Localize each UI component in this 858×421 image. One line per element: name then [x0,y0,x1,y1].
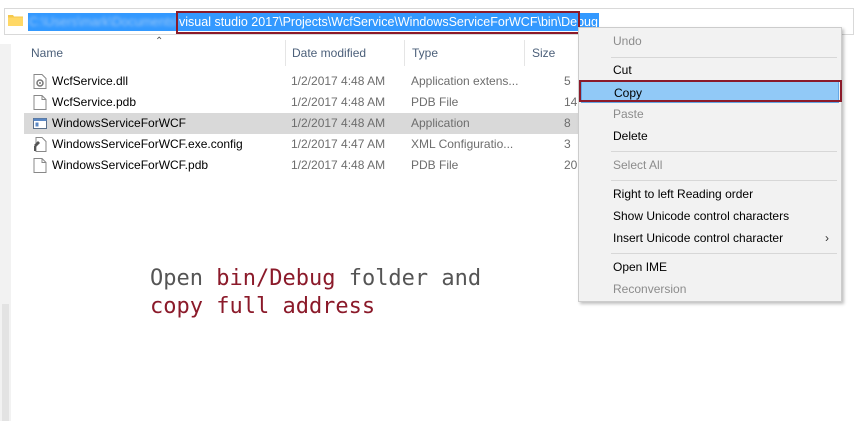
menu-item-show-unicode[interactable]: Show Unicode control characters [581,205,839,227]
file-size: 8 [564,116,571,130]
file-type: Application [411,116,470,130]
file-type: Application extens... [411,74,519,88]
file-name: WcfService.pdb [52,95,137,109]
chevron-right-icon: › [825,231,829,245]
file-row-selected[interactable]: WindowsServiceForWCF 1/2/2017 4:48 AM Ap… [24,113,584,134]
file-name: WindowsServiceForWCF.exe.config [52,137,243,151]
address-highlight-box [176,11,580,34]
file-row[interactable]: WcfService.dll 1/2/2017 4:48 AM Applicat… [24,71,584,92]
file-icon [33,95,47,110]
menu-item-insert-unicode[interactable]: Insert Unicode control character › [581,227,839,249]
column-date-modified[interactable]: Date modified [292,38,366,68]
menu-item-label: Insert Unicode control character [613,231,784,245]
config-file-icon [34,137,47,152]
file-size: 5 [564,74,571,88]
annotation-line-2: copy full address [150,294,376,319]
file-row[interactable]: WcfService.pdb 1/2/2017 4:48 AM PDB File… [24,92,584,113]
file-date: 1/2/2017 4:48 AM [291,95,386,109]
context-menu: Undo Cut Copy Paste Delete Select All Ri… [578,27,842,302]
column-type[interactable]: Type [412,38,438,68]
column-header: ⌃ Name Date modified Type Size [11,36,591,68]
annotation-highlight-text: bin/Debug [216,266,336,291]
column-divider[interactable] [524,40,525,66]
menu-separator [611,151,837,152]
application-icon [33,118,47,129]
menu-item-reconversion[interactable]: Reconversion [581,278,839,300]
column-divider[interactable] [404,40,405,66]
address-path-blurred: C:\Users\mark\Documents\ [29,15,180,29]
file-size: 14 [564,95,578,109]
copy-highlight-box [579,80,842,102]
dll-file-icon [33,74,47,89]
menu-item-undo[interactable]: Undo [581,30,839,52]
file-row[interactable]: WindowsServiceForWCF.exe.config 1/2/2017… [24,134,584,155]
file-name: WindowsServiceForWCF [52,116,187,130]
file-date: 1/2/2017 4:48 AM [291,74,386,88]
column-size[interactable]: Size [532,38,555,68]
menu-separator [611,253,837,254]
file-type: PDB File [411,95,459,109]
scrollbar-thumb[interactable] [2,304,9,421]
file-icon [33,158,47,173]
file-row[interactable]: WindowsServiceForWCF.pdb 1/2/2017 4:48 A… [24,155,584,176]
menu-item-cut[interactable]: Cut [581,59,839,81]
file-date: 1/2/2017 4:48 AM [291,158,386,172]
menu-item-paste[interactable]: Paste [581,103,839,125]
file-date: 1/2/2017 4:47 AM [291,137,386,151]
instruction-annotation: Open bin/Debug folder and copy full addr… [150,265,481,321]
menu-separator [611,180,837,181]
annotation-text: folder and [335,266,482,291]
annotation-text: Open [150,266,217,291]
file-date: 1/2/2017 4:48 AM [291,116,386,130]
file-size: 20 [564,158,578,172]
annotation-line-1: Open bin/Debug folder and [150,265,481,293]
navigation-pane-scrollbar[interactable] [0,44,11,421]
folder-icon [8,15,23,26]
menu-item-rtl-reading-order[interactable]: Right to left Reading order [581,183,839,205]
file-size: 3 [564,137,571,151]
menu-item-delete[interactable]: Delete [581,125,839,147]
column-name[interactable]: Name [31,38,63,68]
file-name: WindowsServiceForWCF.pdb [52,158,209,172]
menu-separator [611,57,837,58]
menu-item-select-all[interactable]: Select All [581,154,839,176]
file-name: WcfService.dll [52,74,129,88]
file-type: PDB File [411,158,459,172]
sort-up-icon: ⌃ [155,36,164,47]
file-type: XML Configuratio... [411,137,514,151]
column-divider[interactable] [285,40,286,66]
menu-item-open-ime[interactable]: Open IME [581,256,839,278]
